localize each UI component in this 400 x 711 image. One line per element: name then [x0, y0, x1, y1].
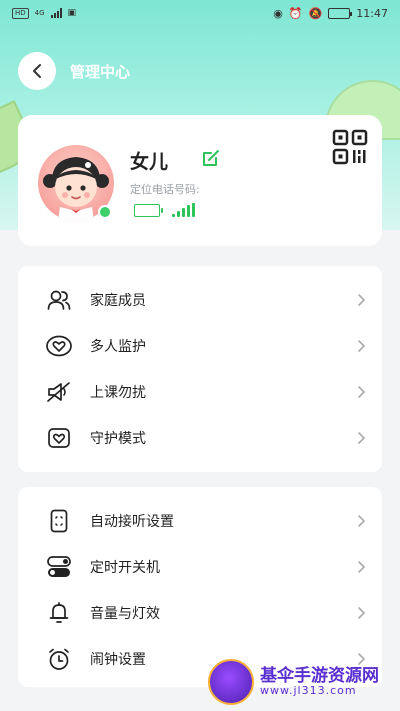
mute-bell-icon [46, 379, 72, 405]
menu-label: 上课勿扰 [90, 385, 146, 401]
edit-icon[interactable] [201, 148, 221, 168]
menu-item-class-do-not-disturb[interactable]: 上课勿扰 [18, 369, 382, 415]
battery-icon [328, 7, 353, 19]
menu-item-guard-mode[interactable]: 守护模式 [18, 415, 382, 461]
child-name: 女儿 [130, 151, 169, 173]
menu-item-volume-lights[interactable]: 音量与灯效 [18, 590, 382, 636]
cell-signal-icon [50, 8, 62, 18]
qr-code-icon[interactable] [332, 129, 368, 165]
menu-item-scheduled-power[interactable]: 定时开关机 [18, 544, 382, 590]
watermark-url: www.jl313.com [260, 684, 357, 698]
phone-number-label: 定位电话号码: [130, 183, 200, 196]
watermark-logo-icon [208, 659, 254, 705]
avatar-container[interactable] [38, 145, 114, 221]
chevron-right-icon [358, 432, 366, 444]
chevron-right-icon [358, 340, 366, 352]
chevron-right-icon [358, 294, 366, 306]
menu-label: 守护模式 [90, 431, 146, 447]
hd-indicator: HD [12, 7, 29, 19]
device-signal-icon [172, 203, 195, 217]
guard-heart-icon [46, 425, 72, 451]
watermark-title: 基伞手游资源网 [260, 665, 379, 686]
menu-label: 家庭成员 [90, 293, 146, 309]
menu-item-multi-guardian[interactable]: 多人监护 [18, 323, 382, 369]
sim-icon: ▣ [67, 8, 77, 18]
chevron-right-icon [358, 515, 366, 527]
heart-icon [46, 333, 72, 359]
chevron-right-icon [358, 386, 366, 398]
menu-item-auto-answer[interactable]: 自动接听设置 [18, 498, 382, 544]
chevron-left-icon [33, 64, 41, 78]
phone-device-icon [46, 508, 72, 534]
toggle-switch-icon [46, 554, 72, 580]
status-bar: HD 4G ▣ ◉ ⏰ 🔕 11:47 [0, 0, 400, 26]
chevron-right-icon [358, 607, 366, 619]
menu-group-family: 家庭成员 多人监护 上课勿扰 守护模式 [18, 266, 382, 472]
alarm-icon: ⏰ [288, 6, 303, 20]
status-time: 11:47 [356, 6, 388, 20]
network-type: 4G [34, 9, 45, 17]
site-watermark: 基伞手游资源网 www.jl313.com [200, 653, 400, 711]
menu-label: 多人监护 [90, 339, 146, 355]
device-status [134, 203, 195, 217]
page-title: 管理中心 [70, 62, 131, 81]
header: 管理中心 [18, 52, 130, 90]
online-status-dot [98, 205, 112, 219]
menu-label: 音量与灯效 [90, 606, 160, 622]
menu-label: 自动接听设置 [90, 514, 174, 530]
mute-icon: 🔕 [308, 6, 323, 20]
device-battery-icon [134, 203, 163, 217]
back-button[interactable] [18, 52, 56, 90]
bell-icon [46, 600, 72, 626]
eye-icon: ◉ [273, 6, 283, 20]
family-members-icon [46, 287, 72, 313]
chevron-right-icon [358, 561, 366, 573]
menu-item-family-members[interactable]: 家庭成员 [18, 277, 382, 323]
profile-card[interactable]: 女儿 定位电话号码: [18, 115, 382, 246]
alarm-clock-icon [46, 646, 72, 672]
menu-label: 定时开关机 [90, 560, 160, 576]
